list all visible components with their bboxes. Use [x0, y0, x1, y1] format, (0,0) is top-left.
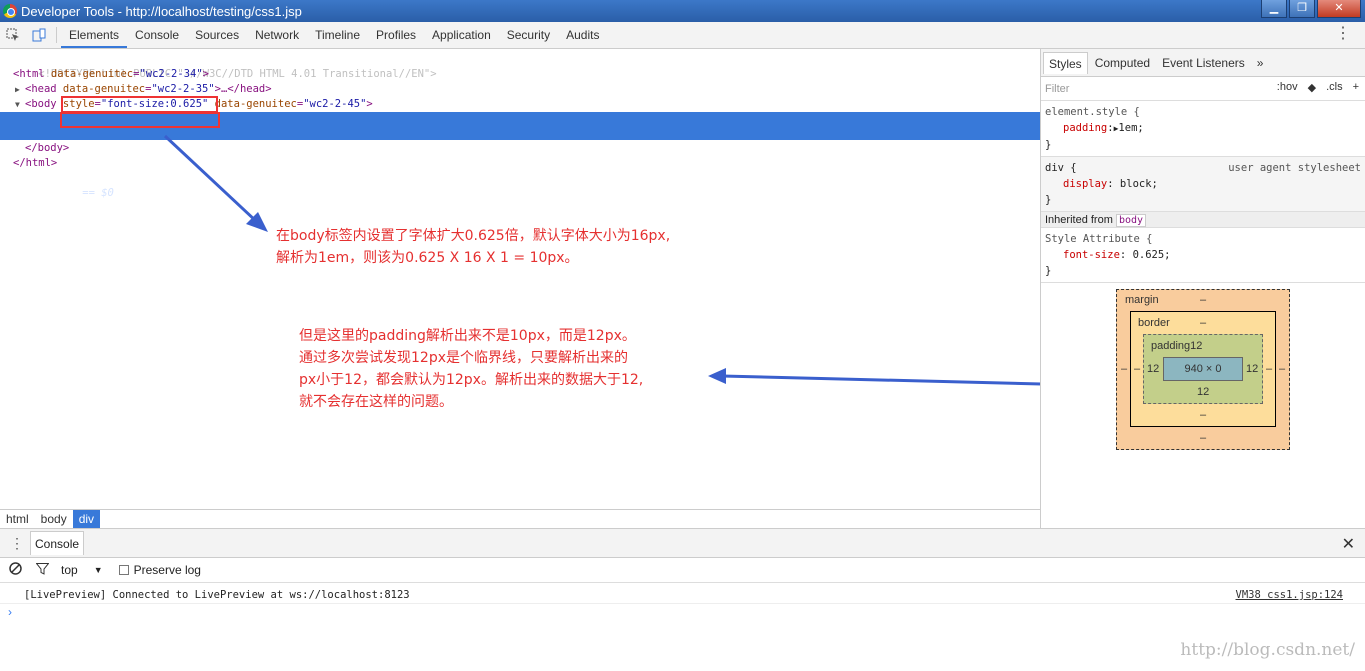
dom-html-close[interactable]: </html> — [0, 156, 1040, 171]
margin-bottom-value[interactable]: – — [1200, 432, 1206, 444]
inspect-element-icon[interactable] — [0, 22, 26, 48]
toolbar-divider — [56, 27, 57, 43]
rule-div-user-agent: div { user agent stylesheet display: blo… — [1041, 157, 1365, 212]
window-titlebar: Developer Tools - http://localhost/testi… — [0, 0, 1365, 22]
border-label: border — [1138, 317, 1170, 329]
context-dropdown-icon[interactable]: ▼ — [94, 565, 103, 575]
window-title: Developer Tools - http://localhost/testi… — [21, 3, 302, 19]
console-message: [LivePreview] Connected to LivePreview a… — [0, 586, 1365, 604]
tab-sources[interactable]: Sources — [187, 22, 247, 48]
border-right-value[interactable]: – — [1266, 363, 1272, 375]
cls-toggle[interactable]: .cls — [1326, 81, 1343, 94]
annotation-padding-threshold: 但是这里的padding解析出来不是10px，而是12px。 通过多次尝试发现1… — [299, 328, 644, 410]
dom-head-node[interactable]: ▶ <head data-genuitec="wc2-2-35">…</head> — [0, 82, 1040, 97]
watermark: http://blog.csdn.net/ — [1180, 640, 1355, 660]
close-drawer-icon[interactable]: ✕ — [1342, 534, 1355, 554]
padding-left-value[interactable]: 12 — [1147, 363, 1159, 375]
inherited-from-header: Inherited from body — [1041, 212, 1365, 228]
margin-top-value[interactable]: – — [1200, 294, 1206, 306]
styles-filter[interactable]: Filter :hov ◆ .cls + — [1041, 77, 1365, 101]
padding-bottom-value[interactable]: 12 — [1197, 386, 1209, 398]
paint-icon[interactable]: ◆ — [1308, 81, 1316, 94]
tab-event-listeners[interactable]: Event Listeners — [1157, 52, 1250, 74]
minimize-button[interactable]: ▁ — [1261, 0, 1287, 18]
tab-audits[interactable]: Audits — [558, 22, 607, 48]
padding-label: padding12 — [1151, 340, 1203, 352]
inherited-body-link[interactable]: body — [1115, 214, 1147, 227]
window-controls: ▁ ❐ ✕ — [1259, 0, 1361, 18]
filter-input[interactable]: Filter — [1045, 83, 1069, 95]
dom-body-close[interactable]: </body> — [0, 141, 1040, 156]
maximize-button[interactable]: ❐ — [1289, 0, 1315, 18]
more-options-icon[interactable]: ⋮ — [1335, 26, 1351, 42]
box-model-content[interactable]: 940 × 0 — [1163, 357, 1243, 381]
annotation-font-size: 在body标签内设置了字体扩大0.625倍，默认字体大小为16px, 解析为1e… — [276, 228, 671, 266]
collapse-triangle-icon[interactable]: ▼ — [15, 97, 25, 112]
border-bottom-value[interactable]: – — [1200, 409, 1206, 421]
tab-profiles[interactable]: Profiles — [368, 22, 424, 48]
context-selector[interactable]: top — [61, 563, 78, 577]
margin-label: margin — [1125, 294, 1159, 306]
chrome-icon — [3, 4, 17, 18]
margin-left-value[interactable]: – — [1121, 363, 1127, 375]
more-tabs-icon[interactable]: » — [1252, 52, 1269, 74]
tab-security[interactable]: Security — [499, 22, 558, 48]
tab-network[interactable]: Network — [247, 22, 307, 48]
rule-element-style[interactable]: element.style { padding:▶1em; } — [1041, 101, 1365, 157]
clear-console-icon[interactable] — [9, 562, 22, 578]
devtools-toolbar: Elements Console Sources Network Timelin… — [0, 22, 1365, 49]
console-source-link[interactable]: VM38 css1.jsp:124 — [1236, 586, 1343, 604]
hov-toggle[interactable]: :hov — [1277, 81, 1298, 94]
dom-doctype[interactable]: <!DOCTYPE html PUBLIC "-//W3C//DTD HTML … — [0, 52, 1040, 80]
expand-triangle-icon[interactable]: ▶ — [15, 82, 25, 97]
drawer-tab-console[interactable]: Console — [30, 531, 85, 555]
console-drawer-header: ⋮ Console ✕ — [0, 528, 1365, 558]
dom-html-node[interactable]: <html data-genuitec="wc2-2-34"> — [0, 67, 1040, 82]
console-prompt[interactable]: › — [8, 605, 12, 619]
border-top-value[interactable]: – — [1200, 317, 1206, 329]
tab-computed[interactable]: Computed — [1090, 52, 1155, 74]
preserve-log-checkbox[interactable]: Preserve log — [118, 563, 201, 577]
device-mode-icon[interactable] — [26, 22, 52, 48]
breadcrumb-body[interactable]: body — [35, 510, 73, 528]
console-toolbar: top ▼ Preserve log — [0, 558, 1365, 583]
highlight-div-style — [60, 112, 220, 128]
breadcrumb-div[interactable]: div — [72, 510, 101, 528]
padding-right-value[interactable]: 12 — [1246, 363, 1258, 375]
drawer-menu-icon[interactable]: ⋮ — [10, 535, 24, 552]
tab-elements[interactable]: Elements — [61, 22, 128, 48]
close-window-button[interactable]: ✕ — [1317, 0, 1361, 18]
margin-right-value[interactable]: – — [1279, 363, 1285, 375]
tab-timeline[interactable]: Timeline — [307, 22, 368, 48]
highlight-body-style — [61, 96, 218, 113]
breadcrumb: html body div — [0, 509, 1040, 528]
border-left-value[interactable]: – — [1134, 363, 1140, 375]
tab-application[interactable]: Application — [424, 22, 499, 48]
tab-console[interactable]: Console — [127, 22, 187, 48]
checkbox-icon[interactable] — [118, 565, 129, 575]
rule-style-attribute[interactable]: Style Attribute { font-size: 0.625; } — [1041, 228, 1365, 283]
breadcrumb-html[interactable]: html — [0, 510, 35, 528]
new-rule-button[interactable]: + — [1353, 81, 1359, 94]
filter-icon[interactable] — [35, 562, 50, 578]
tab-styles[interactable]: Styles — [1043, 51, 1088, 74]
sidebar-tabs: Styles Computed Event Listeners » — [1041, 49, 1365, 77]
